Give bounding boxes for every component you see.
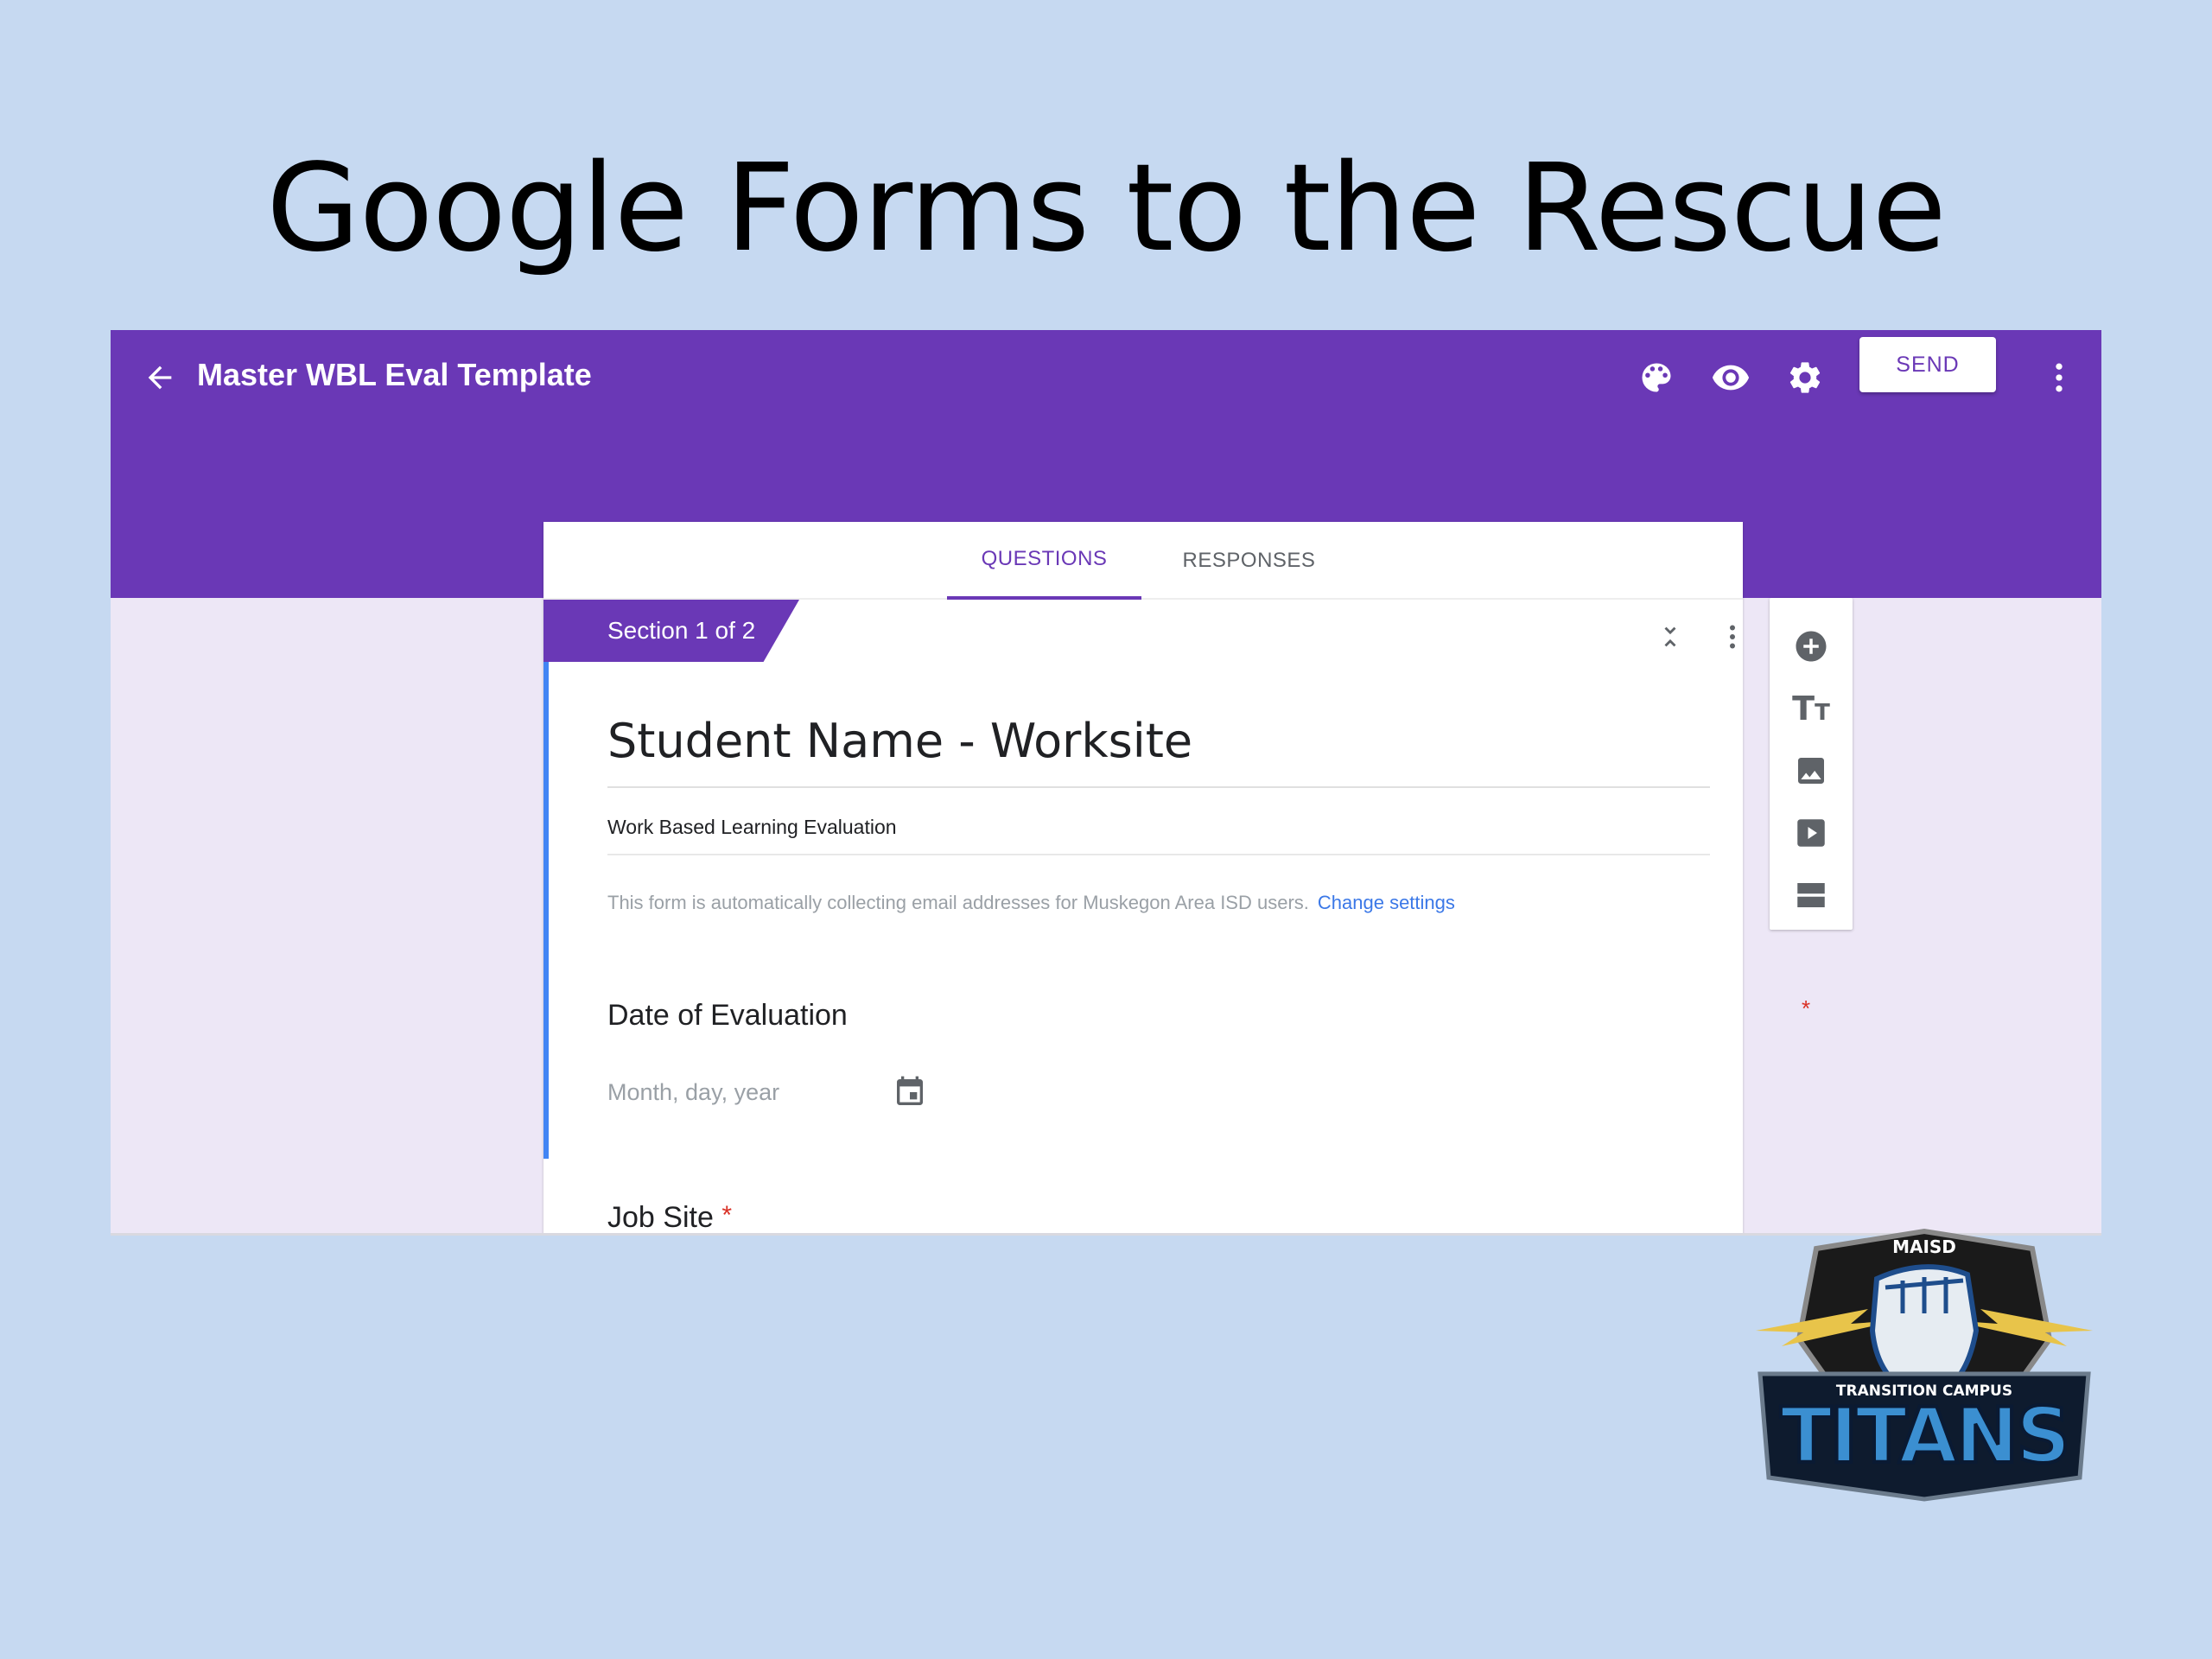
section-label: Section 1 of 2 (543, 600, 799, 662)
job-site-label: Job Site (607, 1201, 714, 1234)
collapse-section-button[interactable] (1649, 615, 1692, 658)
calendar-icon (897, 1076, 923, 1105)
date-input[interactable]: Month, day, year (607, 1066, 927, 1118)
slide-title: Google Forms to the Rescue (266, 138, 1947, 279)
email-notice-text: This form is automatically collecting em… (607, 892, 1309, 913)
more-vert-icon (1730, 625, 1735, 649)
change-settings-link[interactable]: Change settings (1318, 892, 1455, 913)
title-icon: TT (1792, 690, 1830, 728)
required-indicator: * (721, 1201, 732, 1230)
logo-main-text: TITANS (1780, 1391, 2068, 1480)
form-title-field[interactable]: Student Name - Worksite (607, 714, 1710, 788)
add-circle-icon (1796, 631, 1827, 662)
form-name: Master WBL Eval Template (197, 357, 592, 392)
collapse-icon (1664, 626, 1676, 647)
email-collection-notice: This form is automatically collecting em… (607, 892, 1455, 914)
date-placeholder: Month, day, year (607, 1078, 780, 1105)
question-label-date[interactable]: Date of Evaluation (607, 999, 848, 1033)
back-button[interactable] (128, 346, 192, 410)
preview-button[interactable] (1699, 346, 1763, 410)
add-title-button[interactable]: TT (1782, 679, 1840, 738)
add-video-button[interactable] (1782, 804, 1840, 862)
add-section-button[interactable] (1782, 866, 1840, 925)
forms-screenshot: Master WBL Eval Template SEND QUESTIONS (111, 330, 2101, 1236)
section-icon (1797, 883, 1825, 907)
add-question-button[interactable] (1782, 617, 1840, 676)
customize-theme-button[interactable] (1624, 346, 1688, 410)
question-label-job-site[interactable]: Job Site * (607, 1201, 732, 1234)
tab-responses[interactable]: RESPONSES (1152, 522, 1346, 600)
tab-questions[interactable]: QUESTIONS (947, 522, 1141, 600)
back-arrow-icon (148, 365, 172, 390)
image-icon (1798, 758, 1824, 784)
palette-icon (1642, 363, 1671, 392)
logo-top-text: MAISD (1892, 1236, 1956, 1257)
titans-logo: MAISD TRANSITION CAMPUS TITANS (1756, 1228, 2093, 1502)
required-indicator: * (1802, 995, 1811, 1021)
gear-icon (1789, 362, 1821, 393)
settings-button[interactable] (1773, 346, 1837, 410)
section-more-button[interactable] (1711, 615, 1754, 658)
form-description-field[interactable]: Work Based Learning Evaluation (607, 816, 1710, 855)
more-vert-icon (2056, 363, 2063, 392)
form-card: QUESTIONS RESPONSES Section 1 of 2 Stude… (543, 522, 1810, 1234)
more-options-button[interactable] (2027, 346, 2091, 410)
video-icon (1797, 819, 1825, 847)
eye-icon (1712, 365, 1750, 391)
tab-bar: QUESTIONS RESPONSES (543, 522, 1743, 600)
add-image-button[interactable] (1782, 741, 1840, 800)
send-button[interactable]: SEND (1859, 337, 1996, 392)
add-item-toolbar: TT (1770, 598, 1853, 930)
section-accent-bar (543, 662, 549, 1159)
